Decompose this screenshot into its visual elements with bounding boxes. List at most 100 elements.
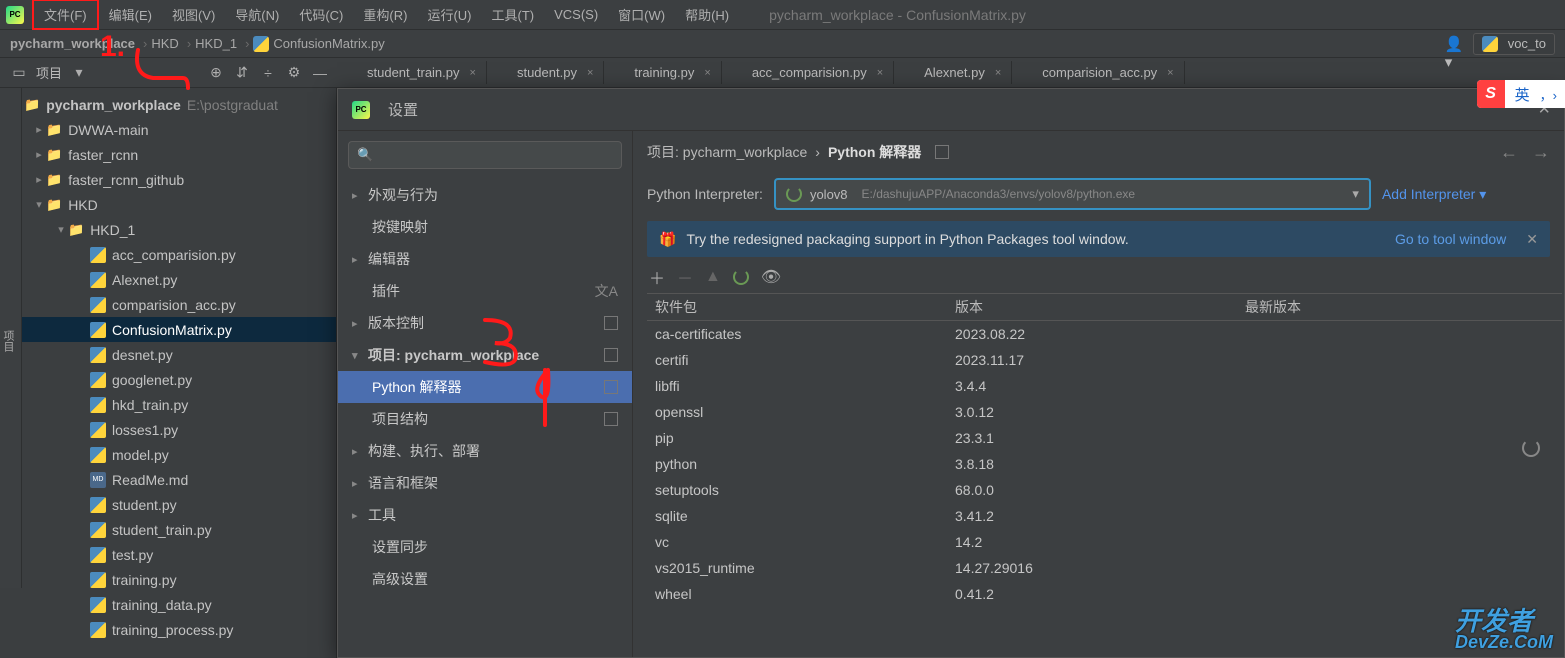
tree-row[interactable]: ▸📁faster_rcnn_github — [0, 167, 336, 192]
tree-row[interactable]: acc_comparision.py — [0, 242, 336, 267]
tree-row[interactable]: ▸📁DWWA-main — [0, 117, 336, 142]
settings-nav-item[interactable]: Python 解释器 — [338, 371, 632, 403]
settings-bc-project[interactable]: 项目: pycharm_workplace — [647, 142, 807, 162]
settings-search[interactable]: 🔍 — [348, 141, 622, 169]
editor-tab[interactable]: student.py× — [487, 61, 604, 84]
close-icon[interactable]: × — [587, 67, 593, 79]
tree-row[interactable]: model.py — [0, 442, 336, 467]
editor-tab[interactable]: acc_comparision.py× — [722, 61, 894, 84]
menu-file[interactable]: 文件(F) — [32, 0, 99, 30]
hide-icon[interactable]: — — [311, 64, 329, 82]
tree-row[interactable]: Alexnet.py — [0, 267, 336, 292]
tree-row[interactable]: losses1.py — [0, 417, 336, 442]
tree-row[interactable]: training_process.py — [0, 617, 336, 642]
banner-link[interactable]: Go to tool window — [1395, 231, 1506, 247]
close-icon[interactable]: × — [877, 67, 883, 79]
tree-row[interactable]: training.py — [0, 567, 336, 592]
menu-help[interactable]: 帮助(H) — [675, 1, 739, 28]
tree-row[interactable]: comparision_acc.py — [0, 292, 336, 317]
ime-badge[interactable]: S 英 ，› — [1477, 80, 1565, 108]
tree-row[interactable]: ConfusionMatrix.py — [0, 317, 336, 342]
chevron-down-icon[interactable]: ▾ — [1352, 186, 1359, 202]
menu-view[interactable]: 视图(V) — [162, 1, 225, 28]
tree-row[interactable]: MDReadMe.md — [0, 467, 336, 492]
remove-package-icon[interactable]: － — [677, 265, 693, 289]
package-row[interactable]: vc14.2 — [647, 529, 1562, 555]
tree-row[interactable]: ▾📁HKD — [0, 192, 336, 217]
close-icon[interactable]: × — [995, 67, 1001, 79]
tree-row[interactable]: training_data.py — [0, 592, 336, 617]
package-row[interactable]: certifi2023.11.17 — [647, 347, 1562, 373]
menu-edit[interactable]: 编辑(E) — [99, 1, 162, 28]
package-row[interactable]: python3.8.18 — [647, 451, 1562, 477]
settings-nav-item[interactable]: 插件文A — [338, 275, 632, 307]
settings-nav-item[interactable]: 按键映射 — [338, 211, 632, 243]
col-package[interactable]: 软件包 — [647, 293, 947, 321]
chevron-icon[interactable]: ▸ — [32, 173, 46, 186]
tree-row[interactable]: desnet.py — [0, 342, 336, 367]
tree-row[interactable]: ▾📁pycharm_workplaceE:\postgraduat — [0, 92, 336, 117]
dropdown-icon[interactable]: ▾ — [70, 64, 88, 82]
project-toolwindow-icon[interactable]: ▭ — [10, 64, 28, 82]
package-row[interactable]: ca-certificates2023.08.22 — [647, 321, 1562, 347]
col-version[interactable]: 版本 — [947, 293, 1237, 321]
add-interpreter-link[interactable]: Add Interpreter ▾ — [1382, 186, 1486, 203]
package-row[interactable]: openssl3.0.12 — [647, 399, 1562, 425]
menu-code[interactable]: 代码(C) — [289, 1, 353, 28]
package-row[interactable]: pip23.3.1 — [647, 425, 1562, 451]
chevron-icon[interactable]: ▸ — [32, 123, 46, 136]
back-icon[interactable]: ← — [1500, 142, 1518, 163]
settings-nav-item[interactable]: ▾项目: pycharm_workplace — [338, 339, 632, 371]
close-icon[interactable]: × — [1167, 67, 1173, 79]
project-panel-title[interactable]: 项目 — [36, 63, 62, 82]
tree-row[interactable]: student.py — [0, 492, 336, 517]
forward-icon[interactable]: → — [1532, 142, 1550, 163]
tree-row[interactable]: student_train.py — [0, 517, 336, 542]
banner-close-icon[interactable]: ✕ — [1526, 231, 1538, 248]
package-row[interactable]: libffi3.4.4 — [647, 373, 1562, 399]
col-latest[interactable]: 最新版本 — [1237, 293, 1562, 321]
editor-tab[interactable]: training.py× — [604, 61, 721, 84]
gear-icon[interactable]: ⚙ — [285, 64, 303, 82]
expand-icon[interactable]: ⇵ — [233, 64, 251, 82]
chevron-icon[interactable]: ▾ — [32, 198, 46, 211]
reset-icon[interactable] — [935, 145, 949, 159]
chevron-icon[interactable]: ▾ — [54, 223, 68, 236]
package-row[interactable]: setuptools68.0.0 — [647, 477, 1562, 503]
tree-row[interactable]: ▾📁HKD_1 — [0, 217, 336, 242]
collapse-icon[interactable]: ÷ — [259, 64, 277, 82]
tree-row[interactable]: test.py — [0, 542, 336, 567]
package-row[interactable]: sqlite3.41.2 — [647, 503, 1562, 529]
menu-vcs[interactable]: VCS(S) — [544, 3, 608, 26]
target-icon[interactable]: ⊕ — [207, 64, 225, 82]
settings-nav-item[interactable]: ▸构建、执行、部署 — [338, 435, 632, 467]
settings-nav-item[interactable]: ▸版本控制 — [338, 307, 632, 339]
package-row[interactable]: wheel0.41.2 — [647, 581, 1562, 607]
sidebar-tab-strip[interactable]: 项目 — [0, 88, 22, 588]
add-package-icon[interactable]: ＋ — [649, 265, 665, 289]
settings-nav-item[interactable]: ▸编辑器 — [338, 243, 632, 275]
package-row[interactable]: vs2015_runtime14.27.29016 — [647, 555, 1562, 581]
tree-row[interactable]: ▸📁faster_rcnn — [0, 142, 336, 167]
chevron-icon[interactable]: ▸ — [32, 148, 46, 161]
bc-project[interactable]: pycharm_workplace — [10, 36, 135, 51]
menu-navigate[interactable]: 导航(N) — [225, 1, 289, 28]
interpreter-chip[interactable]: voc_to — [1473, 33, 1555, 55]
tree-row[interactable]: hkd_train.py — [0, 392, 336, 417]
upgrade-package-icon[interactable]: ▲ — [705, 268, 721, 286]
tree-row[interactable]: googlenet.py — [0, 367, 336, 392]
user-icon[interactable]: 👤▾ — [1445, 35, 1463, 53]
settings-nav-item[interactable]: ▸外观与行为 — [338, 179, 632, 211]
settings-nav-item[interactable]: ▸语言和框架 — [338, 467, 632, 499]
menu-refactor[interactable]: 重构(R) — [353, 1, 417, 28]
editor-tab[interactable]: student_train.py× — [337, 61, 487, 84]
menu-run[interactable]: 运行(U) — [417, 1, 481, 28]
bc-file[interactable]: ConfusionMatrix.py — [253, 36, 384, 52]
close-icon[interactable]: × — [704, 67, 710, 79]
menu-tools[interactable]: 工具(T) — [481, 1, 544, 28]
interpreter-combo[interactable]: yolov8 E:/dashujuAPP/Anaconda3/envs/yolo… — [775, 179, 1370, 209]
close-icon[interactable]: × — [470, 67, 476, 79]
project-tree[interactable]: ▾📁pycharm_workplaceE:\postgraduat▸📁DWWA-… — [0, 88, 336, 646]
menu-window[interactable]: 窗口(W) — [608, 1, 675, 28]
settings-nav-item[interactable]: 项目结构 — [338, 403, 632, 435]
